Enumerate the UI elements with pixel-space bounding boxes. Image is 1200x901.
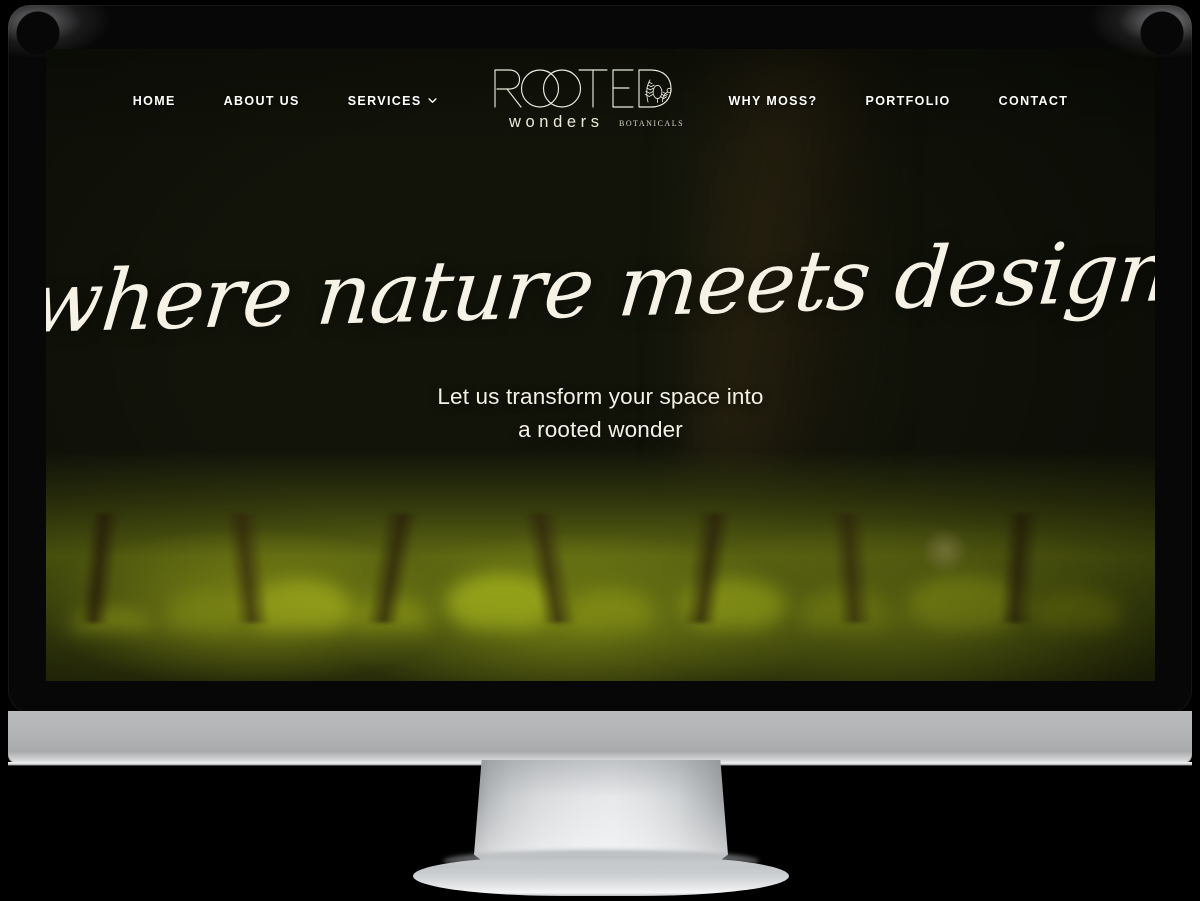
nav-item-why-moss[interactable]: WHY MOSS? — [729, 94, 818, 108]
nav-label-why-moss: WHY MOSS? — [728, 94, 818, 108]
hero-subheadline: Let us transform your space into a roote… — [437, 381, 763, 446]
hero-subheadline-line-1: Let us transform your space into — [437, 384, 764, 409]
nav-label-about-us: ABOUT US — [223, 94, 300, 108]
monitor-chin — [8, 711, 1192, 766]
screen-viewport: HOME ABOUT US SERVICES wonders BOTANICAL… — [46, 49, 1155, 681]
brand-logo[interactable]: wonders BOTANICALS — [483, 61, 683, 137]
nav-right-group: WHY MOSS? PORTFOLIO CONTACT — [729, 94, 1069, 108]
nav-item-about-us[interactable]: ABOUT US — [224, 94, 300, 108]
nav-label-portfolio: PORTFOLIO — [865, 94, 951, 108]
logo-wonders-text: wonders — [508, 113, 604, 131]
chevron-down-icon — [427, 96, 437, 105]
nav-label-contact: CONTACT — [998, 94, 1069, 108]
hero-headline: where nature meets design — [46, 221, 1155, 353]
nav-left-group: HOME ABOUT US SERVICES — [133, 94, 437, 108]
nav-label-home: HOME — [132, 94, 176, 108]
website-content: HOME ABOUT US SERVICES wonders BOTANICAL… — [46, 49, 1155, 681]
nav-item-services[interactable]: SERVICES — [348, 94, 437, 108]
logo-botanicals-text: BOTANICALS — [619, 119, 683, 128]
nav-item-contact[interactable]: CONTACT — [999, 94, 1069, 108]
hero-section: where nature meets design Let us transfo… — [46, 222, 1155, 446]
hero-subheadline-line-2: a rooted wonder — [518, 416, 683, 442]
main-navigation: HOME ABOUT US SERVICES wonders BOTANICAL… — [46, 49, 1155, 153]
nav-item-portfolio[interactable]: PORTFOLIO — [866, 94, 951, 108]
mockup-stage: HOME ABOUT US SERVICES wonders BOTANICAL… — [0, 0, 1200, 901]
monitor-frame: HOME ABOUT US SERVICES wonders BOTANICAL… — [8, 5, 1192, 713]
nav-label-services: SERVICES — [347, 94, 422, 108]
nav-item-home[interactable]: HOME — [133, 94, 176, 108]
monitor-stand-base — [413, 856, 789, 896]
